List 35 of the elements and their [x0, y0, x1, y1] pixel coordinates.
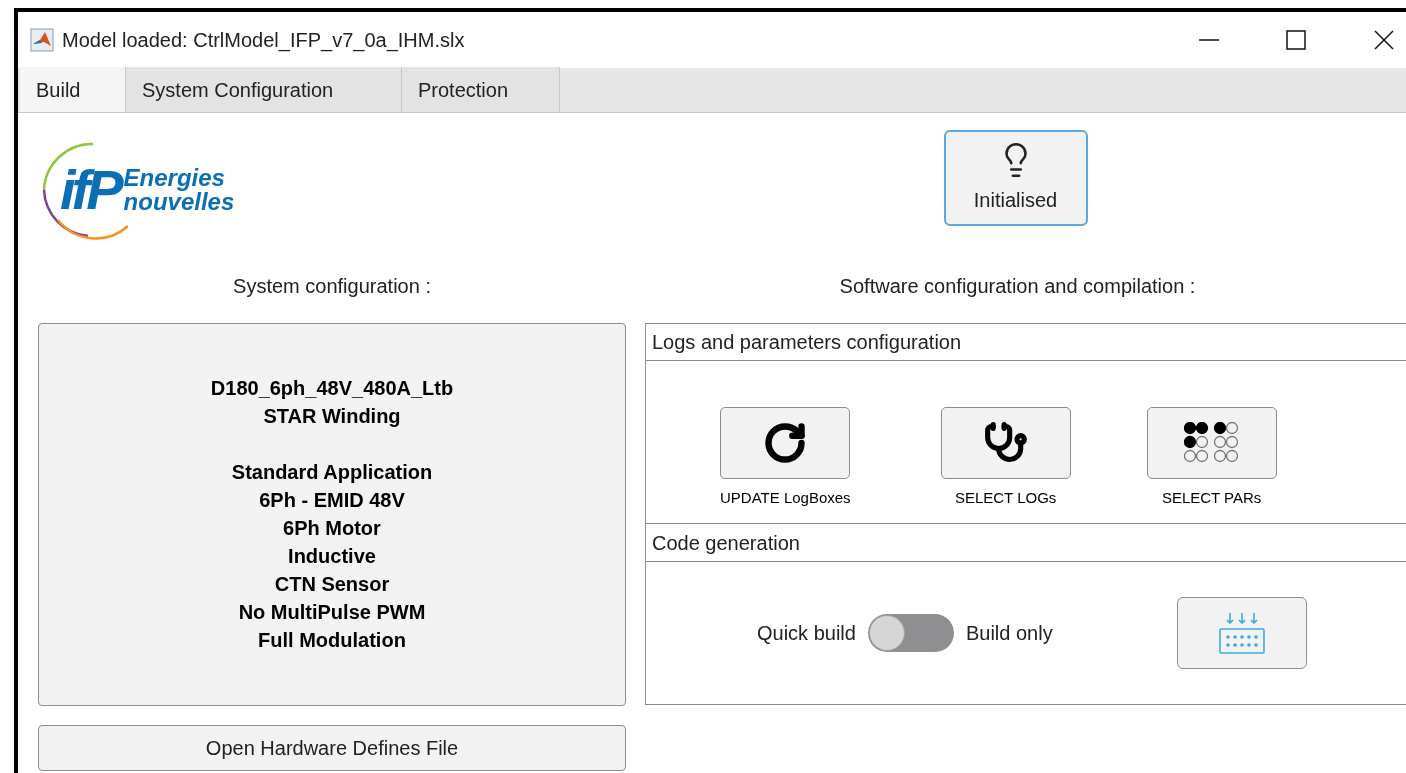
build-button[interactable]	[1176, 597, 1307, 669]
section-heading: System configuration :	[232, 274, 432, 299]
configuration-line: Full Modulation	[258, 628, 406, 653]
refresh-icon	[763, 421, 808, 465]
button-caption: SELECT PARs	[1161, 488, 1262, 508]
configuration-line: STAR Winding	[263, 404, 401, 429]
stethoscope-icon	[983, 421, 1028, 465]
switch-label: Quick build	[757, 621, 856, 646]
status-button[interactable]: Initialised	[943, 130, 1088, 226]
tab[interactable]: Protection	[402, 67, 560, 112]
configuration-line: D180_6ph_48V_480A_Ltb	[210, 376, 454, 401]
build-mode-switch[interactable]	[867, 614, 954, 652]
configuration-line: 6Ph Motor	[283, 516, 381, 541]
dots-grid-icon	[1183, 422, 1240, 464]
open-file-button[interactable]: Open Hardware Defines File	[38, 725, 626, 771]
configuration-line: 6Ph - EMID 48V	[259, 488, 405, 513]
tool-button[interactable]	[720, 407, 851, 479]
configuration-line: Inductive	[288, 544, 376, 569]
panel-title: Code generation	[646, 524, 1406, 562]
button-caption: UPDATE LogBoxes	[720, 488, 851, 508]
tool-button[interactable]	[940, 407, 1071, 479]
section-heading: Software configuration and compilation :	[838, 274, 1197, 299]
configuration-line: No MultiPulse PWM	[238, 600, 426, 625]
maximize-icon[interactable]	[1286, 30, 1306, 50]
window-title: Model loaded: CtrlModel_IFP_v7_0a_IHM.slx	[62, 28, 465, 54]
tab[interactable]: System Configuration	[126, 67, 402, 112]
switch-label: Build only	[965, 621, 1053, 646]
tab[interactable]: Build	[20, 67, 126, 112]
configuration-line: CTN Sensor	[274, 572, 390, 597]
panel-title: Logs and parameters configuration	[646, 324, 1406, 361]
configuration-line: Standard Application	[231, 460, 433, 485]
close-icon[interactable]	[1374, 30, 1394, 50]
button-caption: SELECT LOGs	[954, 488, 1057, 508]
tool-button[interactable]	[1146, 407, 1277, 479]
app-icon	[30, 28, 54, 52]
